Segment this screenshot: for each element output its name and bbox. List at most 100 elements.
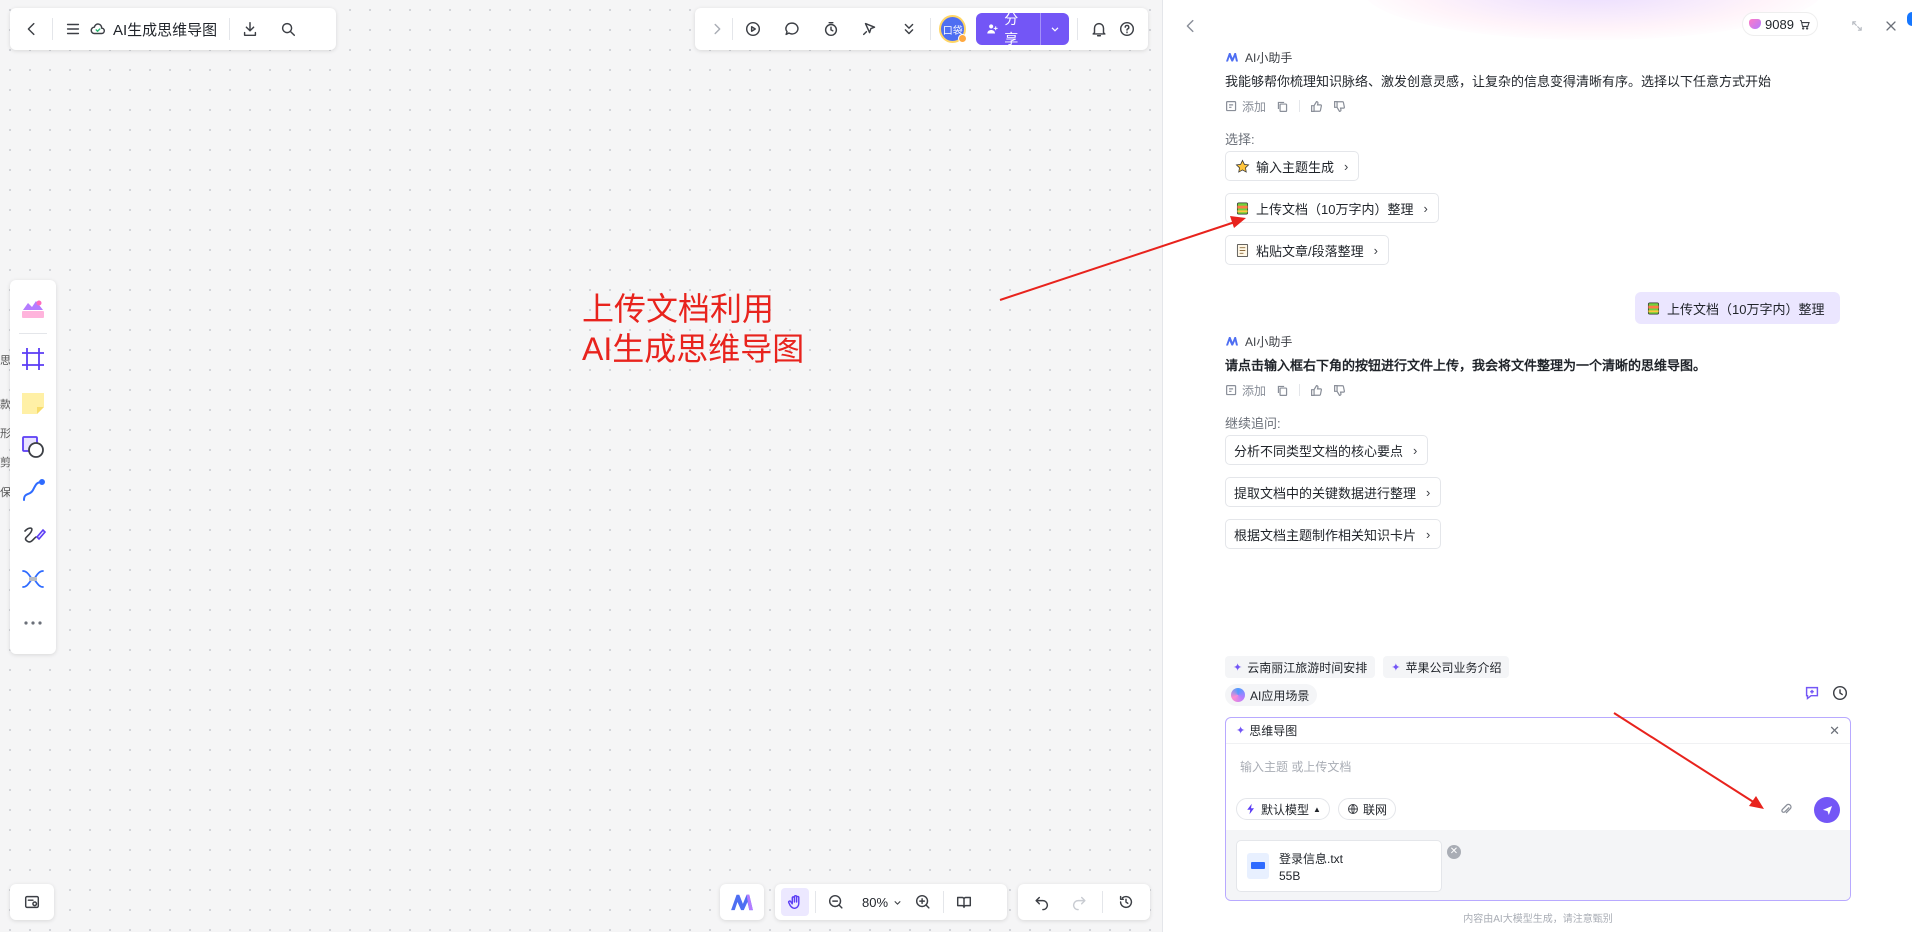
- comment-icon[interactable]: [778, 15, 805, 43]
- chevron-right-icon: ›: [1423, 200, 1428, 216]
- chat-input[interactable]: 输入主题 或上传文档: [1226, 744, 1850, 790]
- mode-tag[interactable]: ✦ 思维导图: [1236, 722, 1297, 739]
- back-icon[interactable]: [18, 15, 46, 43]
- template-icon[interactable]: [15, 286, 51, 330]
- add-to-board-button[interactable]: 添加: [1225, 382, 1266, 399]
- chevron-down-icon: [894, 900, 901, 905]
- globe-icon: [1347, 804, 1358, 814]
- chat-tools: [1803, 684, 1849, 702]
- redo-icon[interactable]: [1065, 888, 1093, 916]
- collapse-panel-icon[interactable]: [1177, 12, 1205, 40]
- star-icon: [1234, 158, 1250, 174]
- menu-icon[interactable]: [59, 15, 87, 43]
- search-icon[interactable]: [274, 15, 302, 43]
- reply-message: 请点击输入框右下角的按钮进行文件上传，我会将文件整理为一个清晰的思维导图。: [1225, 358, 1707, 373]
- frame-icon[interactable]: [15, 337, 51, 381]
- bell-icon[interactable]: [1086, 15, 1113, 43]
- copy-icon[interactable]: [1276, 100, 1289, 113]
- option-label: 上传文档（10万字内）整理: [1256, 201, 1414, 217]
- web-search-toggle[interactable]: 联网: [1337, 798, 1396, 820]
- followup-chip[interactable]: 根据文档主题制作相关知识卡片 ›: [1225, 519, 1442, 549]
- file-name: 登录信息.txt: [1279, 851, 1344, 866]
- attached-file[interactable]: 登录信息.txt 55B ✕: [1236, 840, 1461, 892]
- avatar[interactable]: 口袋: [939, 15, 968, 43]
- thumbs-down-icon[interactable]: [1333, 100, 1346, 113]
- thumbs-up-icon[interactable]: [1310, 384, 1323, 397]
- chevron-right-icon: ›: [1426, 526, 1431, 542]
- new-chat-icon[interactable]: [1803, 684, 1821, 702]
- connector-icon[interactable]: [15, 469, 51, 513]
- ai-scenes-button[interactable]: AI应用场景: [1225, 684, 1318, 706]
- divider: [1299, 100, 1301, 112]
- followup-text: 提取文档中的关键数据进行整理: [1234, 485, 1417, 501]
- divider: [229, 18, 231, 40]
- followup-label: 继续追问:: [1225, 416, 1281, 431]
- send-button[interactable]: [1814, 797, 1840, 823]
- add-to-board-button[interactable]: 添加: [1225, 98, 1266, 115]
- undo-icon[interactable]: [1028, 888, 1056, 916]
- followup-text: 分析不同类型文档的核心要点: [1234, 443, 1404, 459]
- share-dropdown[interactable]: [1039, 13, 1069, 45]
- present-play-icon[interactable]: [739, 15, 766, 43]
- expand-icon[interactable]: [1843, 12, 1871, 40]
- option-topic-generate[interactable]: 输入主题生成 ›: [1225, 151, 1360, 181]
- history-icon[interactable]: [1112, 888, 1140, 916]
- cart-icon: [1799, 19, 1810, 30]
- help-icon[interactable]: [1113, 15, 1140, 43]
- timer-icon[interactable]: [817, 15, 844, 43]
- divider: [19, 333, 47, 334]
- message-actions: 添加: [1225, 95, 1825, 117]
- chevron-right-icon[interactable]: [703, 15, 730, 43]
- divider: [1076, 18, 1078, 40]
- intro-message: 我能够帮你梳理知识脉络、激发创意灵感，让复杂的信息变得清晰有序。选择以下任意方式…: [1225, 74, 1772, 89]
- pen-icon[interactable]: [15, 513, 51, 557]
- thumbs-up-icon[interactable]: [1310, 100, 1323, 113]
- more-icon[interactable]: [15, 601, 51, 645]
- thumbs-down-icon[interactable]: [1333, 384, 1346, 397]
- divider: [815, 891, 816, 913]
- assistant-name: AI小助手: [1245, 50, 1293, 65]
- suggestion-chip[interactable]: ✦ 云南丽江旅游时间安排: [1225, 656, 1376, 678]
- share-button[interactable]: 分享: [976, 11, 1069, 47]
- option-label: 粘贴文章/段落整理: [1256, 243, 1364, 259]
- history-clock-icon[interactable]: [1831, 684, 1849, 702]
- followup-text: 根据文档主题制作相关知识卡片: [1234, 527, 1417, 543]
- laser-pointer-icon[interactable]: [856, 15, 883, 43]
- remove-file-icon[interactable]: ✕: [1447, 845, 1461, 859]
- download-icon[interactable]: [236, 15, 264, 43]
- model-select[interactable]: 默认模型 ▲: [1236, 798, 1330, 820]
- close-mode-icon[interactable]: ✕: [1829, 723, 1840, 739]
- whiteboard-canvas[interactable]: [0, 0, 1162, 932]
- option-upload-document[interactable]: 上传文档（10万字内）整理 ›: [1225, 193, 1439, 223]
- attach-file-icon[interactable]: [1778, 801, 1794, 820]
- minimap-icon: [18, 888, 46, 916]
- sticky-note-icon[interactable]: [15, 381, 51, 425]
- minimap-button[interactable]: [10, 884, 54, 920]
- followup-chip[interactable]: 分析不同类型文档的核心要点 ›: [1225, 435, 1429, 465]
- divider: [732, 18, 733, 40]
- user-add-icon: [987, 24, 998, 34]
- shape-icon[interactable]: [15, 425, 51, 469]
- hand-tool-icon[interactable]: [781, 888, 809, 916]
- zoom-in-icon[interactable]: [909, 888, 937, 916]
- doc-title[interactable]: AI生成思维导图: [113, 19, 217, 40]
- credits-badge[interactable]: 9089: [1743, 13, 1817, 35]
- close-icon[interactable]: [1877, 12, 1905, 40]
- followup-chip[interactable]: 提取文档中的关键数据进行整理 ›: [1225, 477, 1442, 507]
- suggestion-chip[interactable]: ✦ 苹果公司业务介绍: [1383, 656, 1510, 678]
- book-icon: [1234, 200, 1250, 216]
- zoom-out-icon[interactable]: [822, 888, 850, 916]
- input-mode-bar: ✦ 思维导图 ✕: [1226, 718, 1850, 744]
- zoom-select[interactable]: 80%: [858, 895, 907, 910]
- sparkle-icon: ✦: [1391, 661, 1401, 674]
- ai-logo-button[interactable]: [720, 884, 764, 920]
- suggestion-text: 苹果公司业务介绍: [1405, 660, 1502, 675]
- option-paste-article[interactable]: 粘贴文章/段落整理 ›: [1225, 235, 1389, 265]
- top-left-toolbar: AI生成思维导图: [10, 8, 336, 50]
- copy-icon[interactable]: [1276, 384, 1289, 397]
- double-chevron-down-icon[interactable]: [895, 15, 922, 43]
- mindmap-icon[interactable]: [15, 557, 51, 601]
- share-main[interactable]: 分享: [976, 9, 1040, 49]
- book-view-icon[interactable]: [950, 888, 978, 916]
- divider: [1299, 384, 1301, 396]
